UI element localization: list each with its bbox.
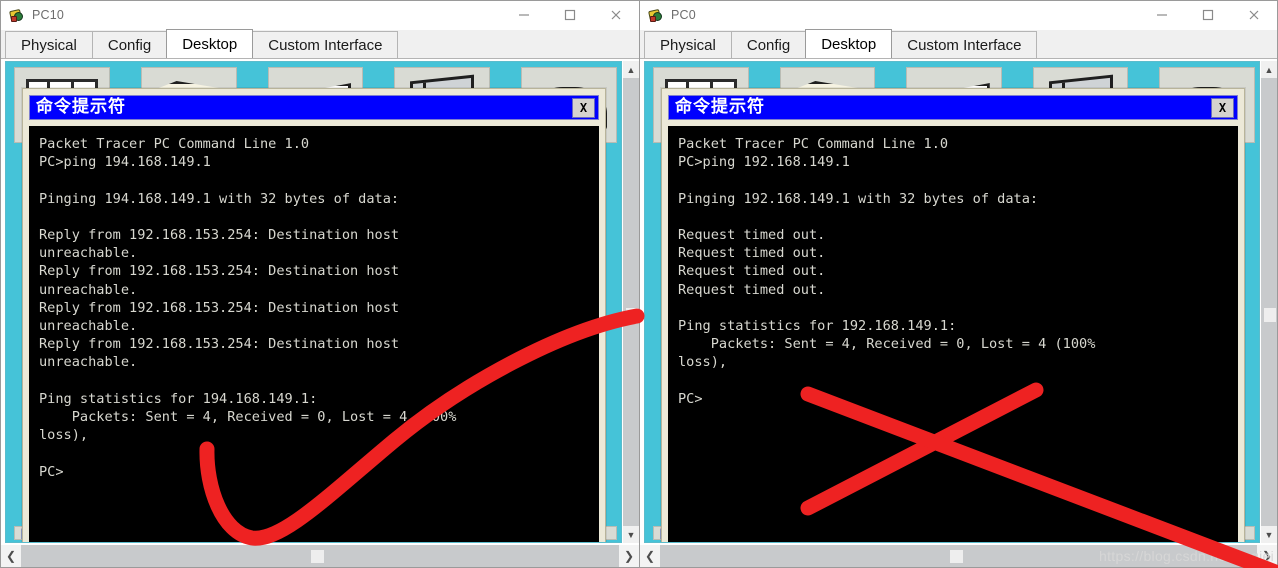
window-titlebar: PC10	[1, 1, 639, 30]
console-output-text: Packet Tracer PC Command Line 1.0 PC>pin…	[678, 136, 1096, 407]
tab-desktop[interactable]: Desktop	[805, 29, 893, 58]
command-prompt-title: 命令提示符	[36, 97, 126, 117]
vertical-scroll-track[interactable]	[1260, 78, 1277, 526]
maximize-icon[interactable]	[1185, 1, 1231, 30]
scroll-left-icon[interactable]: ❮	[640, 544, 660, 567]
titlebar-left-group: PC0	[640, 8, 696, 23]
tab-custom-interface[interactable]: Custom Interface	[252, 31, 399, 58]
vertical-scroll-track[interactable]	[622, 78, 639, 526]
vertical-scroll-thumb[interactable]	[1263, 308, 1276, 322]
command-prompt-close-button[interactable]: X	[1211, 98, 1234, 118]
command-prompt-title: 命令提示符	[675, 97, 765, 117]
desktop-canvas: 命令提示符 X Packet Tracer PC Command Line 1.…	[644, 61, 1260, 543]
scroll-left-icon[interactable]: ❮	[1, 544, 21, 567]
console-output-area[interactable]: Packet Tracer PC Command Line 1.0 PC>pin…	[668, 126, 1238, 542]
desktop-pane: 命令提示符 X Packet Tracer PC Command Line 1.…	[1, 59, 639, 543]
vertical-scroll-thumb[interactable]	[625, 308, 638, 322]
window-controls	[1139, 1, 1277, 30]
close-icon[interactable]	[593, 1, 639, 30]
tab-bar: Physical Config Desktop Custom Interface	[1, 29, 639, 59]
tab-custom-interface[interactable]: Custom Interface	[891, 31, 1038, 58]
console-output-area[interactable]: Packet Tracer PC Command Line 1.0 PC>pin…	[29, 126, 599, 542]
window-title: PC10	[32, 8, 65, 22]
tab-desktop[interactable]: Desktop	[166, 29, 254, 58]
minimize-icon[interactable]	[501, 1, 547, 30]
desktop-horizontal-scrollbar[interactable]: ❮ ❯	[1, 543, 639, 567]
tab-physical[interactable]: Physical	[644, 31, 732, 58]
tab-physical[interactable]: Physical	[5, 31, 93, 58]
horizontal-scroll-thumb[interactable]	[950, 549, 963, 563]
desktop-canvas: 命令提示符 X Packet Tracer PC Command Line 1.…	[5, 61, 622, 543]
minimize-icon[interactable]	[1139, 1, 1185, 30]
scroll-right-icon[interactable]: ❯	[619, 544, 639, 567]
window-title: PC0	[671, 8, 696, 22]
titlebar-left-group: PC10	[1, 8, 64, 23]
scroll-down-icon[interactable]: ▼	[1260, 526, 1277, 543]
command-prompt-window: 命令提示符 X Packet Tracer PC Command Line 1.…	[661, 88, 1245, 542]
packet-tracer-icon	[648, 8, 664, 23]
tab-config[interactable]: Config	[730, 31, 807, 58]
console-output-text: Packet Tracer PC Command Line 1.0 PC>pin…	[39, 136, 457, 480]
command-prompt-titlebar: 命令提示符 X	[668, 95, 1238, 120]
scroll-up-icon[interactable]: ▲	[622, 61, 639, 78]
close-icon[interactable]	[1231, 1, 1277, 30]
packet-tracer-window-pc0: PC0 Physical Config Desktop Custom Inter…	[639, 0, 1278, 568]
command-prompt-close-button[interactable]: X	[572, 98, 595, 118]
watermark: https://blog.csdn.net/beqiei	[1099, 548, 1274, 564]
command-prompt-window: 命令提示符 X Packet Tracer PC Command Line 1.…	[22, 88, 606, 542]
desktop-pane: 命令提示符 X Packet Tracer PC Command Line 1.…	[640, 59, 1277, 543]
desktop-vertical-scrollbar[interactable]: ▲ ▼	[1260, 61, 1277, 543]
scroll-up-icon[interactable]: ▲	[1260, 61, 1277, 78]
dual-packet-tracer-screenshot: PC10 Physical Config Desktop Custom Inte…	[0, 0, 1278, 568]
scroll-down-icon[interactable]: ▼	[622, 526, 639, 543]
window-titlebar: PC0	[640, 1, 1277, 30]
desktop-vertical-scrollbar[interactable]: ▲ ▼	[622, 61, 639, 543]
tab-bar: Physical Config Desktop Custom Interface	[640, 29, 1277, 59]
tab-config[interactable]: Config	[91, 31, 168, 58]
window-controls	[501, 1, 639, 30]
horizontal-scroll-thumb[interactable]	[311, 549, 324, 563]
horizontal-scroll-track[interactable]	[21, 544, 619, 567]
maximize-icon[interactable]	[547, 1, 593, 30]
packet-tracer-icon	[9, 8, 25, 23]
packet-tracer-window-pc10: PC10 Physical Config Desktop Custom Inte…	[0, 0, 639, 568]
command-prompt-titlebar: 命令提示符 X	[29, 95, 599, 120]
